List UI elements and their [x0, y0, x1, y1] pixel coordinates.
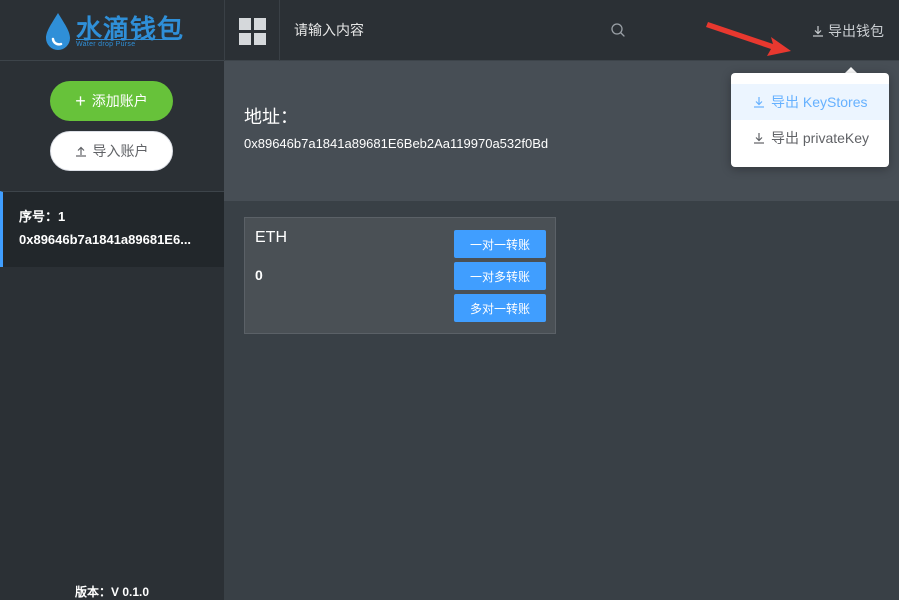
add-account-label: 添加账户: [91, 93, 148, 109]
apps-grid-icon[interactable]: [224, 0, 280, 61]
sidebar: + 添加账户 导入账户 序号：1 0x89646b7a1841a89681E6.…: [0, 61, 224, 600]
version-label: 版本：V 0.1.0: [74, 585, 150, 599]
address-label: 地址：: [244, 107, 298, 127]
add-account-button[interactable]: + 添加账户: [50, 81, 173, 121]
app-logo: 水滴钱包 Water drop Purse: [0, 0, 224, 61]
one-to-one-transfer-button[interactable]: 一对一转账: [454, 230, 546, 258]
export-dropdown-menu: 导出 KeyStores 导出 privateKey: [731, 73, 889, 167]
annotation-arrow-icon: [706, 22, 791, 56]
download-icon: [754, 133, 764, 144]
export-keystores-item[interactable]: 导出 KeyStores: [731, 84, 889, 120]
account-index: 序号：1: [19, 209, 66, 224]
asset-card: ETH 0 一对一转账 一对多转账 多对一转账: [244, 217, 556, 334]
export-privatekey-item[interactable]: 导出 privateKey: [731, 120, 889, 156]
logo-subtitle: Water drop Purse: [76, 39, 178, 48]
search-input[interactable]: [282, 12, 632, 48]
token-name: ETH: [255, 229, 287, 246]
water-drop-icon: [46, 13, 70, 50]
import-account-label: 导入账户: [92, 143, 149, 159]
export-wallet-label: 导出钱包: [828, 23, 884, 39]
upload-icon: [75, 146, 86, 157]
one-to-many-transfer-button[interactable]: 一对多转账: [454, 262, 546, 290]
token-balance: 0: [255, 267, 263, 283]
export-keystores-label: 导出 KeyStores: [771, 94, 868, 110]
import-account-button[interactable]: 导入账户: [50, 131, 173, 171]
export-privatekey-label: 导出 privateKey: [771, 130, 870, 146]
plus-icon: +: [75, 91, 86, 111]
many-to-one-transfer-button[interactable]: 多对一转账: [454, 294, 546, 322]
download-icon: [754, 97, 764, 108]
account-address: 0x89646b7a1841a89681E6...: [19, 232, 192, 247]
export-wallet-button[interactable]: 导出钱包: [812, 20, 884, 42]
search-icon[interactable]: [610, 22, 626, 38]
address-value: 0x89646b7a1841a89681E6Beb2Aa119970a532f0…: [244, 136, 549, 151]
download-icon: [813, 26, 823, 37]
account-list-item[interactable]: 序号：1 0x89646b7a1841a89681E6...: [0, 191, 224, 267]
